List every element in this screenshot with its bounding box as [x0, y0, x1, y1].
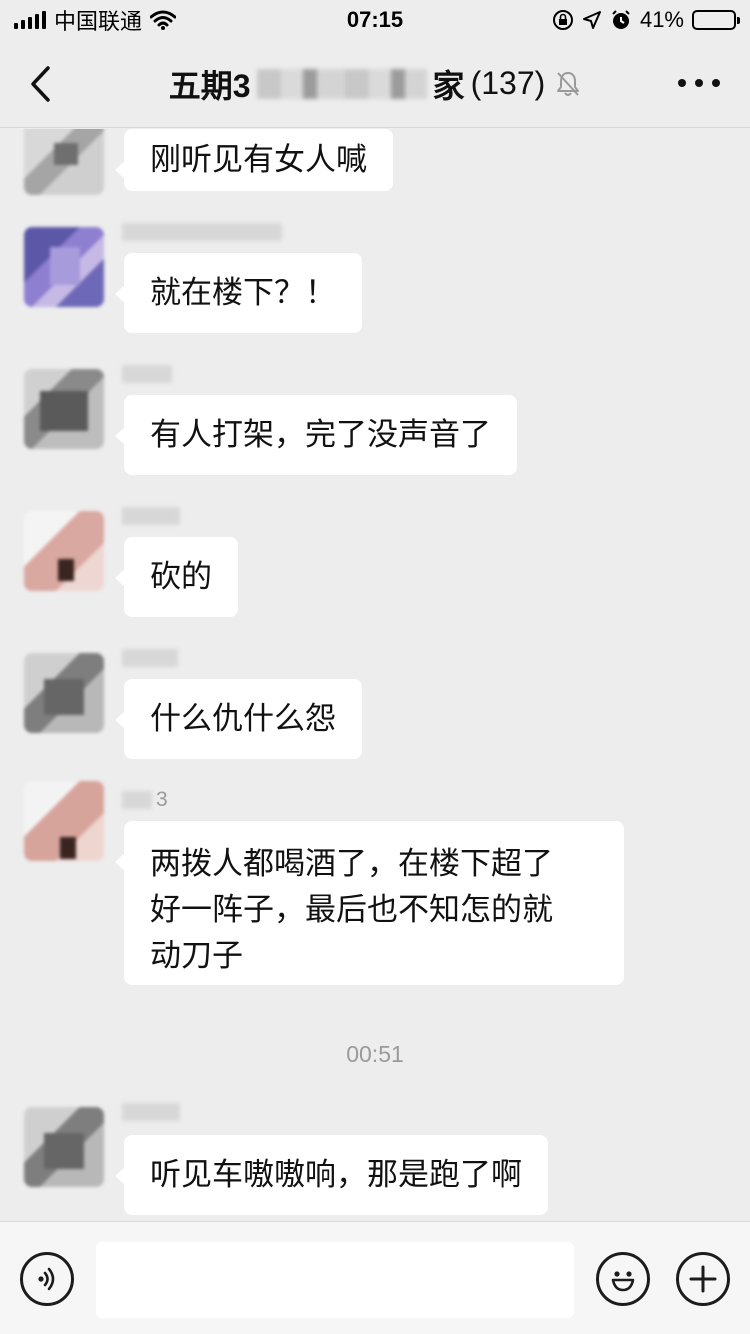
message-bubble[interactable]: 听见车嗷嗷响，那是跑了啊 [115, 1135, 548, 1215]
avatar[interactable] [24, 653, 104, 733]
message-text: 砍的 [150, 559, 212, 595]
message-bubble[interactable]: 两拨人都喝酒了，在楼下超了 好一阵子，最后也不知怎的就 动刀子 [115, 821, 624, 985]
avatar[interactable] [24, 1107, 104, 1187]
sender-name [122, 647, 178, 669]
redacted-nickname [122, 365, 172, 383]
plus-button[interactable] [676, 1252, 730, 1306]
avatar[interactable] [24, 511, 104, 591]
chat-timestamp: 00:51 [346, 1041, 404, 1067]
message-text: 就在楼下？！ [150, 275, 336, 311]
message-bubble[interactable]: 有人打架，完了没声音了 [115, 395, 517, 475]
avatar[interactable] [24, 129, 104, 195]
battery-icon [692, 10, 740, 30]
chat-area[interactable]: 刚听见有女人喊 就在楼下？！ 有人打架，完了没声音了 砍的 什么仇什么怨 3 两… [0, 129, 750, 1221]
member-count: (137) [470, 65, 546, 101]
message-input[interactable] [96, 1242, 574, 1318]
avatar[interactable] [24, 227, 104, 307]
plus-icon [689, 1265, 717, 1293]
emoji-button[interactable] [596, 1252, 650, 1306]
location-icon [582, 11, 601, 29]
redacted-nickname [122, 649, 178, 667]
chat-title-suffix: 家 [432, 67, 465, 104]
orientation-lock-icon [552, 10, 573, 30]
voice-button[interactable] [20, 1252, 74, 1306]
more-dot [712, 79, 720, 87]
redacted-title-segment [256, 68, 427, 99]
message-text: 什么仇什么怨 [150, 701, 336, 737]
message-text: 有人打架，完了没声音了 [150, 417, 491, 453]
redacted-nickname [122, 223, 282, 241]
message-text: 两拨人都喝酒了，在楼下超了 好一阵子，最后也不知怎的就 动刀子 [150, 846, 553, 974]
chevron-left-icon [31, 66, 50, 102]
input-bar [0, 1221, 750, 1334]
alarm-icon [612, 10, 630, 29]
avatar[interactable] [24, 369, 104, 449]
message-bubble[interactable]: 什么仇什么怨 [115, 679, 362, 759]
back-button[interactable] [28, 64, 64, 104]
nav-bar: 五期3 家 (137) [0, 40, 750, 128]
sender-name [122, 363, 172, 385]
message-bubble[interactable]: 刚听见有女人喊 [115, 129, 393, 191]
sender-name [122, 1101, 180, 1123]
chat-title-prefix: 五期3 [168, 67, 251, 104]
more-dot [695, 79, 703, 87]
battery-percent: 41% [639, 7, 684, 32]
message-text: 听见车嗷嗷响，那是跑了啊 [150, 1157, 522, 1193]
signal-icon [14, 11, 46, 29]
bell-off-icon [557, 71, 580, 96]
avatar[interactable] [24, 781, 104, 861]
message-bubble[interactable]: 就在楼下？！ [115, 253, 362, 333]
redacted-nickname [122, 507, 180, 525]
more-button[interactable] [678, 70, 720, 96]
status-bar: 中国联通 07:15 41% [0, 0, 750, 40]
chat-title: 五期3 家 (137) [169, 61, 582, 107]
message-text: 刚听见有女人喊 [150, 142, 367, 178]
message-bubble[interactable]: 砍的 [115, 537, 238, 617]
sender-name-visible: 3 [156, 788, 168, 811]
sender-name: 3 [122, 788, 168, 811]
emoji-icon [611, 1271, 635, 1292]
carrier-name: 中国联通 [54, 9, 143, 34]
sender-name [122, 221, 282, 243]
more-dot [678, 79, 686, 87]
voice-icon [38, 1267, 55, 1291]
redacted-nickname [122, 791, 152, 809]
status-left: 中国联通 [14, 4, 177, 36]
status-right: 41% [552, 7, 740, 33]
wifi-icon [150, 10, 177, 30]
sender-name [122, 505, 180, 527]
redacted-nickname [122, 1103, 180, 1121]
